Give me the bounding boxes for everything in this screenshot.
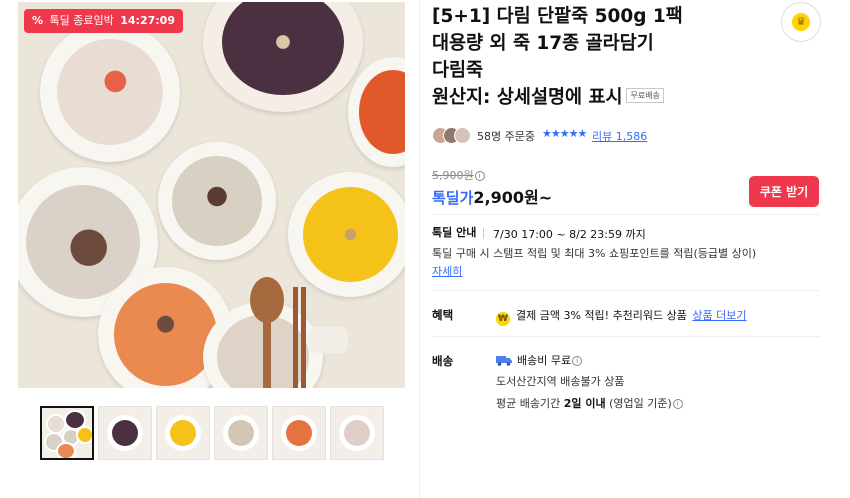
section-divider <box>432 214 820 215</box>
rating-stars: ★★★★★ <box>542 127 587 140</box>
benefit-label: 혜택 <box>432 308 454 322</box>
deal-info-separator <box>483 228 484 239</box>
thumbnail-strip <box>40 406 385 460</box>
benefit-info: ₩ 결제 금액 3% 적립! 추천리워드 상품 상품 더보기 <box>496 307 747 326</box>
avg-delivery-value: 2일 이내 <box>563 397 606 410</box>
info-icon[interactable]: i <box>572 356 583 366</box>
info-icon[interactable]: i <box>474 171 485 181</box>
section-divider <box>432 290 820 291</box>
deal-price-value: 2,900원~ <box>473 188 553 207</box>
deal-countdown-timer: 14:27:09 <box>120 14 175 27</box>
shipping-restriction: 도서산간지역 배송불가 상품 <box>496 375 625 388</box>
order-count: 58명 주문중 <box>477 130 535 143</box>
deal-price: 톡딜가2,900원~ <box>432 184 552 208</box>
avg-delivery-suffix: (영업일 기준) <box>609 397 672 410</box>
thumbnail-6[interactable] <box>330 406 384 460</box>
review-count-link[interactable]: 리뷰 1,586 <box>592 128 647 144</box>
deal-countdown-badge: % 톡딜 종료임박 14:27:09 <box>24 9 183 33</box>
average-delivery-time: 평균 배송기간 2일 이내 (영업일 기준) i <box>496 395 683 411</box>
column-divider <box>419 0 420 498</box>
truck-icon <box>496 356 512 366</box>
deal-more-link[interactable]: 자세히 <box>432 263 462 279</box>
shipping-fee-text: 배송비 무료 <box>517 354 572 367</box>
buyer-avatar <box>454 127 471 144</box>
deal-info-label: 톡딜 안내 <box>432 226 477 239</box>
won-coin-icon: ₩ <box>496 312 510 326</box>
deal-description: 톡딜 구매 시 스탬프 적립 및 최대 3% 쇼핑포인트를 적립(등급별 상이) <box>432 247 757 260</box>
shipping-fee: 배송비 무료 i <box>496 352 583 368</box>
product-title: [5+1] 다림 단팥죽 500g 1팩 대용량 외 죽 17종 골라담기 다림… <box>432 3 752 111</box>
coupon-button[interactable]: 쿠폰 받기 <box>749 176 819 207</box>
avg-delivery-prefix: 평균 배송기간 <box>496 397 561 410</box>
percent-icon: % <box>32 14 44 27</box>
main-product-image[interactable] <box>18 2 405 388</box>
thumbnail-4[interactable] <box>214 406 268 460</box>
brand-coin-button[interactable]: ♛ <box>781 2 821 42</box>
benefit-more-link[interactable]: 상품 더보기 <box>692 309 746 322</box>
info-icon[interactable]: i <box>672 399 683 409</box>
original-price-value: 5,900원 <box>432 169 474 182</box>
deal-price-label: 톡딜가 <box>432 189 474 207</box>
benefit-text: 결제 금액 3% 적립! 추천리워드 상품 <box>516 309 687 322</box>
section-divider <box>432 336 820 337</box>
product-title-line-4: 원산지: 상세설명에 표시 <box>432 87 623 108</box>
product-title-line-2: 대용량 외 죽 17종 골라담기 <box>432 33 654 54</box>
deal-period: 7/30 17:00 ~ 8/2 23:59 까지 <box>493 228 646 241</box>
original-price: 5,900원 i <box>432 167 485 183</box>
free-shipping-tag: 무료배송 <box>626 87 664 103</box>
thumbnail-2[interactable] <box>98 406 152 460</box>
thumbnail-3[interactable] <box>156 406 210 460</box>
product-title-line-1: [5+1] 다림 단팥죽 500g 1팩 <box>432 6 683 27</box>
thumbnail-5[interactable] <box>272 406 326 460</box>
thumbnail-1[interactable] <box>40 406 94 460</box>
shipping-label: 배송 <box>432 354 454 368</box>
deal-badge-label: 톡딜 종료임박 <box>49 14 114 27</box>
product-title-line-3: 다림죽 <box>432 60 484 81</box>
crown-coin-icon: ♛ <box>792 13 810 31</box>
